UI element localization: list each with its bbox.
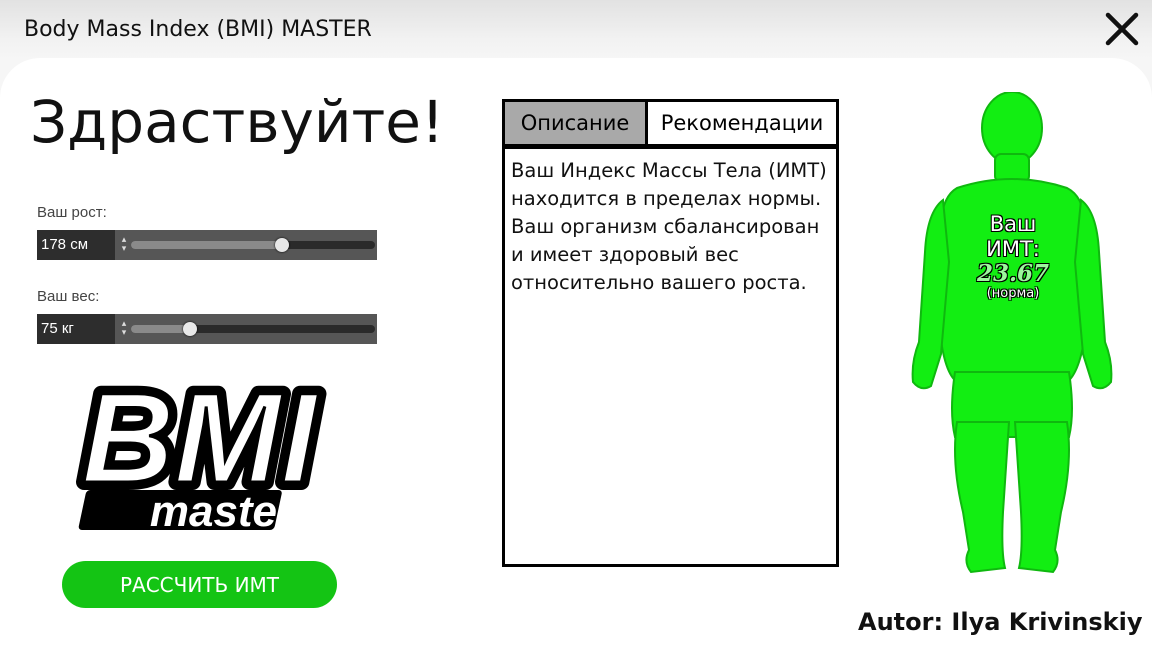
author-credit: Autor: Ilya Krivinskiy: [858, 608, 1143, 636]
calculate-bmi-button[interactable]: РАССЧИТЬ ИМТ: [62, 561, 337, 608]
height-slider-fill: [131, 241, 283, 249]
window-title: Body Mass Index (BMI) MASTER: [24, 17, 372, 42]
close-icon[interactable]: [1102, 9, 1142, 49]
tab-recommendations[interactable]: Рекомендации: [648, 102, 836, 144]
weight-slider-fill: [131, 325, 190, 333]
body-silhouette: [911, 91, 1113, 574]
weight-spin-icon[interactable]: ▴ ▾: [117, 314, 131, 344]
height-control: 178 см ▴ ▾: [37, 230, 377, 260]
weight-input[interactable]: 75 кг: [37, 314, 115, 344]
logo-master-text: master: [150, 487, 297, 536]
weight-slider[interactable]: [131, 322, 375, 336]
tab-description[interactable]: Описание: [505, 102, 648, 144]
height-spin-icon[interactable]: ▴ ▾: [117, 230, 131, 260]
bmi-master-logo: BMI BMI master: [44, 359, 354, 540]
greeting-heading: Здраствуйте!: [30, 88, 445, 156]
weight-label: Ваш вес:: [37, 288, 100, 305]
height-input[interactable]: 178 см: [37, 230, 115, 260]
description-panel: Ваш Индекс Массы Тела (ИМТ) находится в …: [502, 146, 839, 567]
body-figure-icon: [905, 91, 1119, 578]
title-bar: Body Mass Index (BMI) MASTER: [0, 0, 1152, 62]
height-slider[interactable]: [131, 238, 375, 252]
weight-control: 75 кг ▴ ▾: [37, 314, 377, 344]
description-text: Ваш Индекс Массы Тела (ИМТ) находится в …: [511, 159, 827, 294]
height-label: Ваш рост:: [37, 204, 107, 221]
height-slider-thumb[interactable]: [275, 238, 290, 252]
weight-slider-thumb[interactable]: [182, 322, 197, 336]
info-tabs: Описание Рекомендации: [502, 99, 839, 147]
